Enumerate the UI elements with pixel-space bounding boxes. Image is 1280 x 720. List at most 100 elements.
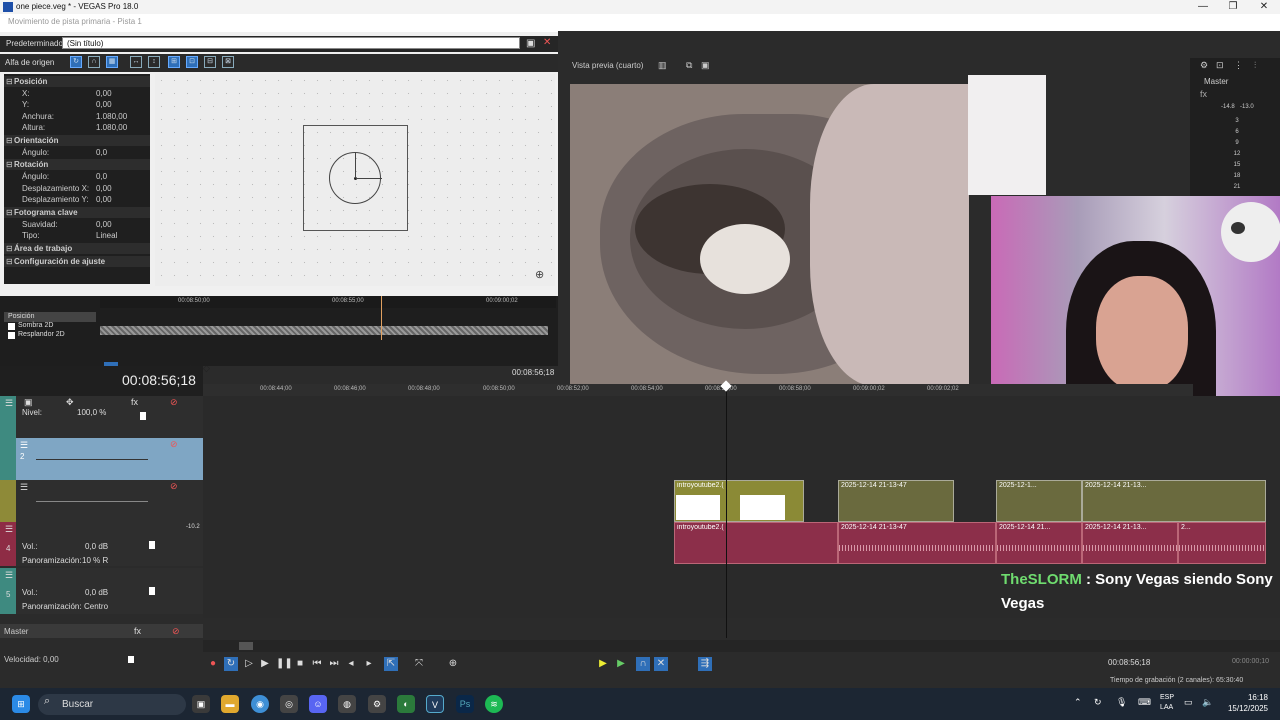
fx-icon[interactable]: fx <box>134 626 141 636</box>
section-keyframe[interactable]: Fotograma clave <box>4 207 150 218</box>
prop-width[interactable]: Anchura: 1.080,00 <box>4 111 150 122</box>
video-preview[interactable] <box>570 84 969 386</box>
meter-option-icon[interactable]: ⋮ <box>1234 60 1243 71</box>
prop-offset-x[interactable]: Desplazamiento X: 0,00 <box>4 183 150 194</box>
timeline-ruler[interactable]: 00:08:44;00 00:08:46;00 00:08:48;00 00:0… <box>203 384 1193 396</box>
track-menu-icon[interactable]: ☰ <box>20 482 28 493</box>
language-indicator[interactable]: ESP LAA <box>1160 693 1174 713</box>
track-header-4[interactable]: ☰ 4 Vol.: 0,0 dB Panoramización: 10 % R … <box>0 522 203 566</box>
fx-icon[interactable]: fx <box>1200 89 1207 99</box>
magnet-icon[interactable]: ∩ <box>88 56 100 68</box>
taskbar-search[interactable]: Buscar <box>38 694 186 715</box>
meter-option-icon[interactable]: ⊡ <box>1216 60 1224 71</box>
photoshop-icon[interactable]: Ps <box>456 695 474 713</box>
prop-type[interactable]: Tipo: Lineal <box>4 230 150 241</box>
alpha-source-dropdown[interactable]: Alfa de origen <box>5 58 54 67</box>
zoom-icon[interactable]: ⊕ <box>535 268 544 281</box>
file-explorer-icon[interactable]: ▬ <box>221 695 239 713</box>
scroll-thumb[interactable] <box>239 642 253 650</box>
level-slider-thumb[interactable] <box>140 412 146 420</box>
network-icon[interactable]: ▭ <box>1184 697 1193 708</box>
loop-playback-icon[interactable]: ↻ <box>224 657 238 671</box>
keyframe-track[interactable] <box>100 326 548 335</box>
envelope-tool-icon[interactable]: ⤧ <box>412 657 426 671</box>
settings-icon[interactable]: ⚙ <box>1200 60 1208 71</box>
vol-slider-thumb[interactable] <box>149 541 155 549</box>
track-header-3[interactable]: ☰ ⊘ <box>0 480 203 522</box>
track-motion-icon[interactable]: ▣ <box>24 397 33 408</box>
video-clip[interactable]: 2025-12-1... <box>996 480 1082 522</box>
video-clip[interactable]: 2025-12-14 21-13-47 <box>838 480 954 522</box>
video-clip[interactable]: 2025-12-14 21-13... <box>1082 480 1266 522</box>
settings-icon[interactable]: ⚙ <box>368 695 386 713</box>
mixer-icon[interactable]: ⫶ <box>1254 60 1256 71</box>
record-icon[interactable]: ● <box>206 657 220 671</box>
section-fit[interactable]: Configuración de ajuste <box>4 256 150 267</box>
stop-icon[interactable]: ■ <box>293 657 307 671</box>
spotify-icon[interactable]: ≋ <box>485 695 503 713</box>
section-rotation[interactable]: Rotación <box>4 159 150 170</box>
snapping-icon[interactable]: ∩ <box>636 657 650 671</box>
track-header-2[interactable]: 2 ☰ ⊘ <box>0 438 203 480</box>
prop-orient-angle[interactable]: Ángulo: 0,0 <box>4 147 150 158</box>
audio-clip[interactable]: 2025-12-14 21-13-47 <box>838 522 996 564</box>
save-frame-icon[interactable]: ▣ <box>701 60 710 71</box>
delete-preset-icon[interactable]: ✕ <box>543 37 551 48</box>
level-slider[interactable] <box>36 459 148 460</box>
speed-slider-thumb[interactable] <box>128 656 134 663</box>
lock-aspect-icon[interactable]: ⊞ <box>168 56 180 68</box>
glow-checkbox[interactable] <box>8 332 15 339</box>
mute-icon[interactable]: ⊘ <box>170 481 178 492</box>
save-preset-icon[interactable]: ▣ <box>526 38 535 49</box>
prop-smoothness[interactable]: Suavidad: 0,00 <box>4 219 150 230</box>
play-icon[interactable]: ▶ <box>258 657 272 671</box>
taskbar-clock[interactable]: 16:18 15/12/2025 <box>1224 692 1268 714</box>
vegas-taskbar-icon[interactable]: V <box>426 695 444 713</box>
maximize-button[interactable]: ❐ <box>1226 1 1240 13</box>
track-header-5[interactable]: ☰ 5 Vol.: 0,0 dB Panoramización: Centro <box>0 568 203 614</box>
section-workspace[interactable]: Área de trabajo <box>4 243 150 254</box>
chrome-icon[interactable]: ◉ <box>251 695 269 713</box>
move-x-icon[interactable]: ↔ <box>130 56 142 68</box>
track-menu-icon[interactable]: ☰ <box>5 524 13 535</box>
auto-crossfade-icon[interactable]: ✕ <box>654 657 668 671</box>
move-y-icon[interactable]: ↕ <box>148 56 160 68</box>
prop-height[interactable]: Altura: 1.080,00 <box>4 122 150 133</box>
preview-quality-dropdown[interactable]: Vista previa (cuarto) <box>572 61 643 70</box>
go-start-icon[interactable]: ⏮ <box>310 657 324 671</box>
pause-icon[interactable]: ❚❚ <box>276 657 293 671</box>
edit-mode-icon[interactable]: ⊠ <box>222 56 234 68</box>
scale-center-icon[interactable]: ⊡ <box>186 56 198 68</box>
vol-slider-thumb[interactable] <box>149 587 155 595</box>
normal-edit-tool-icon[interactable]: ⇱ <box>384 657 398 671</box>
chevron-up-icon[interactable]: ⌃ <box>1074 697 1082 708</box>
track-menu-icon[interactable]: ☰ <box>5 398 13 409</box>
copy-frame-icon[interactable]: ⧉ <box>686 60 692 71</box>
mute-icon[interactable]: ⊘ <box>170 397 178 408</box>
app-icon[interactable]: ◍ <box>338 695 356 713</box>
composite-icon[interactable]: ✥ <box>66 397 74 408</box>
track-menu-icon[interactable]: ☰ <box>5 570 13 581</box>
next-frame-icon[interactable]: ▸ <box>362 657 376 671</box>
delete-kf-icon[interactable]: ◇ <box>203 363 210 374</box>
minimize-button[interactable]: — <box>1196 1 1210 13</box>
prev-frame-icon[interactable]: ◂ <box>344 657 358 671</box>
keyframe-ruler[interactable]: 00:08:50;00 00:08:55;00 00:09:00;02 <box>100 296 556 308</box>
audio-clip[interactable]: 2025-12-14 21... <box>996 522 1082 564</box>
shadow-checkbox[interactable] <box>8 323 15 330</box>
close-button[interactable]: ✕ <box>1257 1 1271 13</box>
track-header-1[interactable]: ☰ Nivel: 100,0 % ▣ ✥ fx ⊘ <box>0 396 203 438</box>
preset-dropdown[interactable]: (Sin título) <box>62 37 520 49</box>
prop-offset-y[interactable]: Desplazamiento Y: 0,00 <box>4 194 150 205</box>
video-clip[interactable]: introyoutube2.( <box>674 480 804 522</box>
mute-icon[interactable]: ⊘ <box>170 439 178 450</box>
prop-x[interactable]: X: 0,00 <box>4 88 150 99</box>
prop-y[interactable]: Y: 0,00 <box>4 99 150 110</box>
windows-start-icon[interactable]: ⊞ <box>12 695 30 713</box>
microphone-icon[interactable]: 🎙 <box>1116 697 1127 708</box>
discord-icon[interactable]: ☺ <box>309 695 327 713</box>
kf-label-position[interactable]: Posición <box>8 313 34 320</box>
track-menu-icon[interactable]: ☰ <box>20 440 28 451</box>
split-icon[interactable]: ▥ <box>658 60 667 71</box>
fx-icon[interactable]: fx <box>131 397 138 407</box>
